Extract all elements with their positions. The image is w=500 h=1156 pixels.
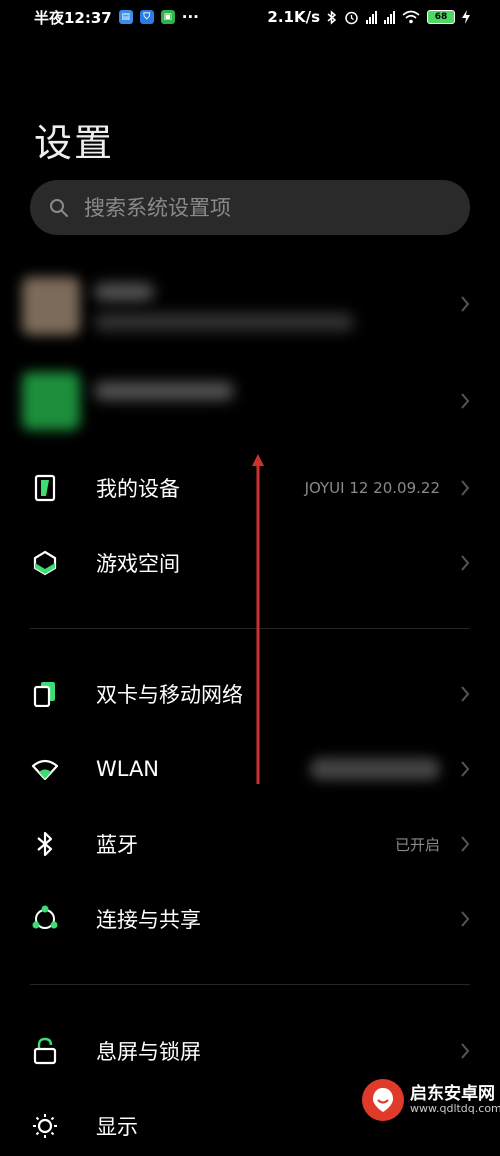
bluetooth-icon [30,829,60,859]
page-title: 设置 [34,121,115,165]
bluetooth-status-icon [327,9,337,25]
account-name-blurred [94,283,154,301]
my-device-label: 我的设备 [96,477,180,501]
status-bar: 半夜12:37 ▤ ⛉ ▣ ··· 2.1K/s 68 [0,0,500,34]
watermark-title: 启东安卓网 [410,1083,495,1104]
chevron-right-icon [461,296,470,312]
my-device-version: JOYUI 12 20.09.22 [304,479,440,497]
lock-screen-row[interactable]: 息屏与锁屏 [30,1021,470,1081]
game-space-icon [30,548,60,578]
cloud-service-name-blurred [94,382,234,400]
wechat-app-icon: ▣ [160,10,175,24]
wifi-icon [30,754,60,784]
search-bar[interactable] [30,180,470,235]
chevron-right-icon [461,393,470,409]
lock-icon [30,1036,60,1066]
dual-sim-label: 双卡与移动网络 [96,683,243,707]
cloud-service-icon [22,372,80,430]
watermark: 启东安卓网 www.qdltdq.com [362,1077,500,1123]
calendar-icon: ▤ [118,10,133,24]
battery-icon: 68 [427,10,455,24]
watermark-logo-icon [362,1079,404,1121]
net-speed: 2.1K/s [267,8,320,26]
charging-icon [462,10,470,24]
bluetooth-row[interactable]: 蓝牙 已开启 [30,814,470,874]
chevron-right-icon [461,911,470,927]
search-icon [50,198,68,217]
bluetooth-status: 已开启 [394,835,440,854]
signal-sim2-icon [384,10,395,24]
chevron-right-icon [461,1043,470,1059]
section-divider [30,984,470,985]
display-brightness-icon [30,1111,60,1141]
status-time: 半夜12:37 [34,8,112,27]
shield-app-icon: ⛉ [139,10,154,24]
connection-share-row[interactable]: 连接与共享 [30,889,470,949]
bluetooth-label: 蓝牙 [96,833,138,857]
game-space-label: 游戏空间 [96,552,180,576]
account-avatar [22,277,80,335]
wifi-status-icon [402,10,420,24]
swipe-up-arrow-annotation [252,454,264,784]
cloud-service-row[interactable] [22,360,492,440]
connection-share-icon [30,904,60,934]
signal-sim1-icon [366,10,377,24]
connection-share-label: 连接与共享 [96,908,201,932]
alarm-icon [345,11,358,24]
phone-device-icon [30,473,60,503]
search-input[interactable] [82,194,446,221]
wlan-network-name-blurred [310,758,440,780]
chevron-right-icon [461,761,470,777]
chevron-right-icon [461,480,470,496]
chevron-right-icon [461,555,470,571]
account-desc-blurred [94,313,354,331]
lock-screen-label: 息屏与锁屏 [96,1040,201,1064]
wlan-label: WLAN [96,757,160,781]
chevron-right-icon [461,836,470,852]
more-notifications-icon: ··· [181,8,199,26]
chevron-right-icon [461,686,470,702]
watermark-url: www.qdltdq.com [410,1102,500,1116]
account-row[interactable] [22,265,492,345]
sim-card-icon [30,679,60,709]
